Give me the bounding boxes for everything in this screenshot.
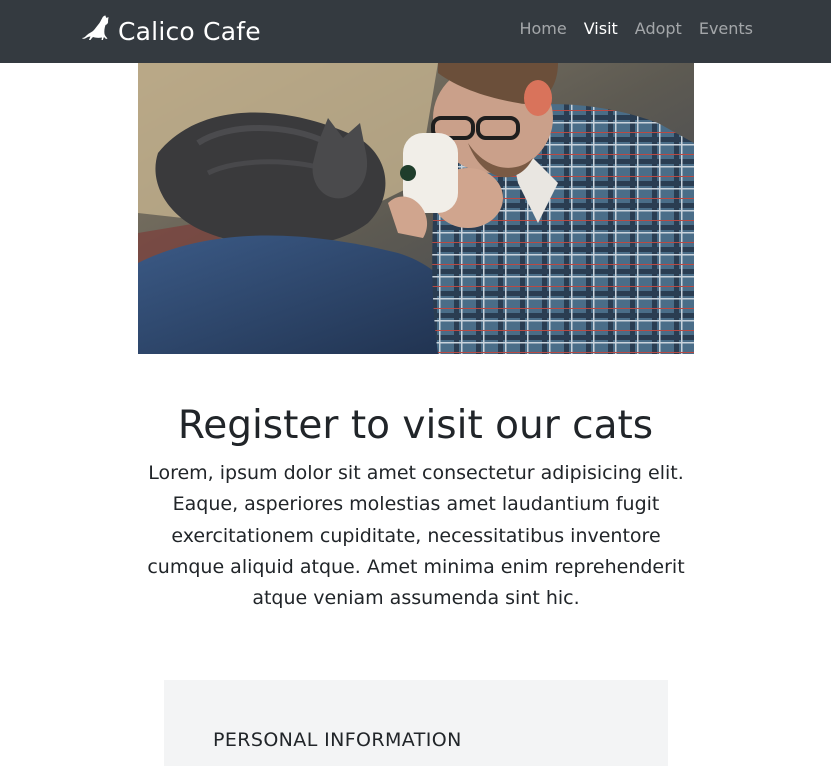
nav-home[interactable]: Home [519, 19, 566, 39]
nav-adopt[interactable]: Adopt [635, 19, 682, 39]
cat-icon [78, 12, 112, 50]
nav-events[interactable]: Events [699, 19, 753, 39]
registration-form-panel: PERSONAL INFORMATION [164, 680, 668, 766]
brand-link[interactable]: Calico Cafe [78, 13, 261, 49]
hero-image [138, 63, 694, 354]
page-title: Register to visit our cats [177, 403, 654, 448]
main-nav: Home Visit Adopt Events [519, 19, 753, 39]
brand-name: Calico Cafe [118, 16, 261, 46]
intro-text: Lorem, ipsum dolor sit amet consectetur … [147, 462, 685, 610]
navbar: Calico Cafe Home Visit Adopt Events [0, 0, 831, 63]
section-heading-personal-information: PERSONAL INFORMATION [213, 729, 462, 751]
nav-visit[interactable]: Visit [584, 19, 618, 39]
